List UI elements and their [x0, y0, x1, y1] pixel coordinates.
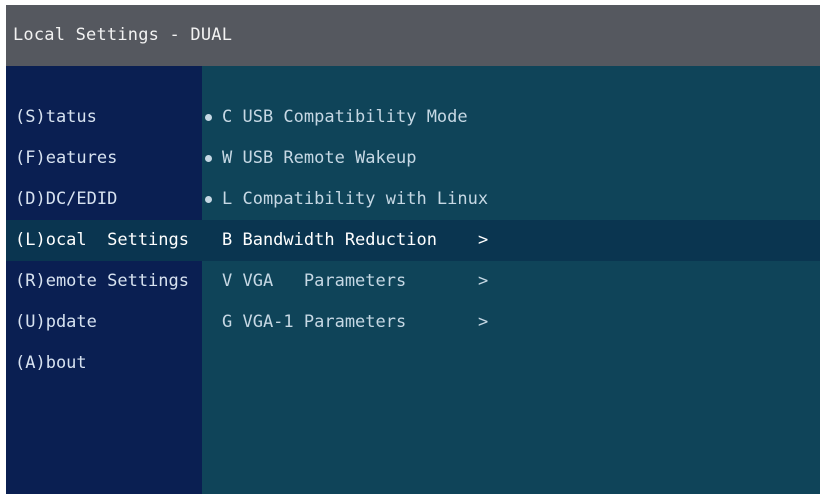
sidebar-item-features[interactable]: (F)eatures [6, 138, 202, 179]
setting-label: G VGA-1 Parameters [222, 312, 407, 332]
window-title: Local Settings - DUAL [6, 5, 820, 66]
setting-label: L Compatibility with Linux [222, 189, 489, 209]
osd-screen: Local Settings - DUAL (S)tatus (F)eature… [6, 5, 820, 494]
setting-compatibility-with-linux[interactable]: L Compatibility with Linux [202, 179, 820, 220]
setting-label: W USB Remote Wakeup [222, 148, 417, 168]
setting-label: V VGA Parameters [222, 271, 407, 291]
chevron-right-icon: > [478, 230, 489, 250]
chevron-right-icon: > [478, 271, 489, 291]
setting-usb-compatibility-mode[interactable]: C USB Compatibility Mode [202, 97, 820, 138]
sidebar-item-update[interactable]: (U)pdate [6, 302, 202, 343]
sidebar-item-local-settings[interactable]: (L)ocal Settings [6, 220, 202, 261]
sidebar-item-ddc-edid[interactable]: (D)DC/EDID [6, 179, 202, 220]
bullet-icon [205, 114, 212, 121]
setting-vga-parameters[interactable]: V VGA Parameters > [202, 261, 820, 302]
sidebar-item-about[interactable]: (A)bout [6, 343, 202, 384]
sidebar-list: (S)tatus (F)eatures (D)DC/EDID (L)ocal S… [6, 97, 202, 384]
bullet-icon [205, 155, 212, 162]
setting-vga-1-parameters[interactable]: G VGA-1 Parameters > [202, 302, 820, 343]
setting-usb-remote-wakeup[interactable]: W USB Remote Wakeup [202, 138, 820, 179]
settings-panel: C USB Compatibility Mode W USB Remote Wa… [202, 66, 820, 494]
sidebar-item-remote-settings[interactable]: (R)emote Settings [6, 261, 202, 302]
sidebar-menu: (S)tatus (F)eatures (D)DC/EDID (L)ocal S… [6, 66, 202, 494]
setting-label: B Bandwidth Reduction [222, 230, 437, 250]
setting-bandwidth-reduction[interactable]: B Bandwidth Reduction > [202, 220, 820, 261]
bullet-icon [205, 196, 212, 203]
chevron-right-icon: > [478, 312, 489, 332]
settings-list: C USB Compatibility Mode W USB Remote Wa… [202, 97, 820, 343]
setting-label: C USB Compatibility Mode [222, 107, 468, 127]
sidebar-item-status[interactable]: (S)tatus [6, 97, 202, 138]
